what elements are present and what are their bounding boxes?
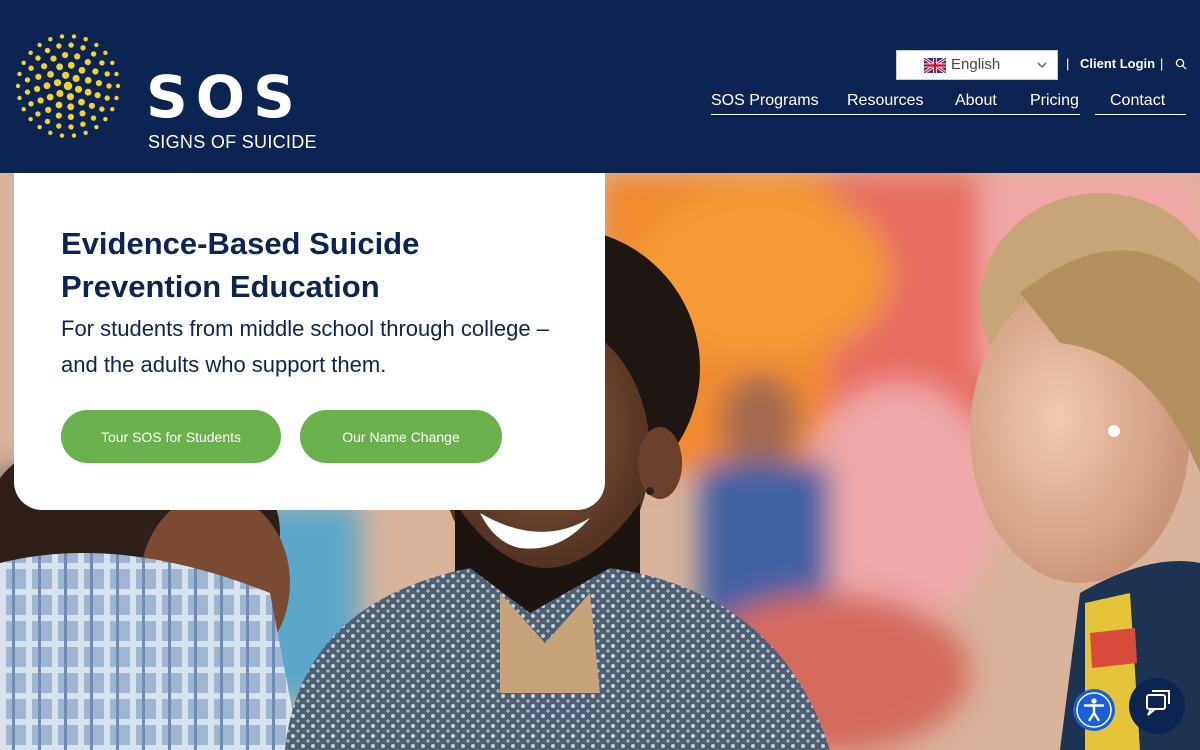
accessibility-icon <box>1076 692 1112 728</box>
hero-subtitle: For students from middle school through … <box>61 316 549 377</box>
utility-separator: | <box>1066 56 1070 71</box>
sos-logo[interactable]: SOS SIGNS OF SUICIDE <box>12 30 317 151</box>
nav-sos-programs[interactable]: SOS Programs <box>711 92 819 110</box>
chat-icon <box>1146 690 1170 716</box>
search-icon[interactable] <box>1175 58 1187 70</box>
utility-separator: | <box>1160 56 1164 71</box>
nav-about[interactable]: About <box>955 92 997 110</box>
chat-button[interactable] <box>1129 678 1185 734</box>
site-header: SOS SIGNS OF SUICIDE English | Client Lo… <box>0 0 1200 173</box>
language-select[interactable]: English <box>896 50 1058 80</box>
nav-pricing[interactable]: Pricing <box>1030 92 1079 110</box>
nav-divider <box>1095 114 1186 115</box>
tour-sos-for-students-button[interactable]: Tour SOS for Students <box>61 410 281 463</box>
hero-title: Evidence-Based Suicide Prevention Educat… <box>61 226 420 304</box>
sunburst-dots-icon <box>15 34 121 138</box>
nav-contact[interactable]: Contact <box>1110 92 1165 110</box>
logo-wordmark: SOS <box>146 63 303 131</box>
hero-card: Evidence-Based Suicide Prevention Educat… <box>14 173 605 510</box>
client-login-link[interactable]: Client Login <box>1080 56 1155 71</box>
accessibility-button[interactable] <box>1073 689 1115 731</box>
nav-divider <box>711 114 1080 115</box>
uk-flag-icon <box>924 58 946 73</box>
logo-tagline: SIGNS OF SUICIDE <box>148 132 317 152</box>
nav-resources[interactable]: Resources <box>847 92 923 110</box>
chevron-down-icon <box>1037 62 1047 69</box>
our-name-change-button[interactable]: Our Name Change <box>300 410 502 463</box>
language-label: English <box>951 56 1001 73</box>
